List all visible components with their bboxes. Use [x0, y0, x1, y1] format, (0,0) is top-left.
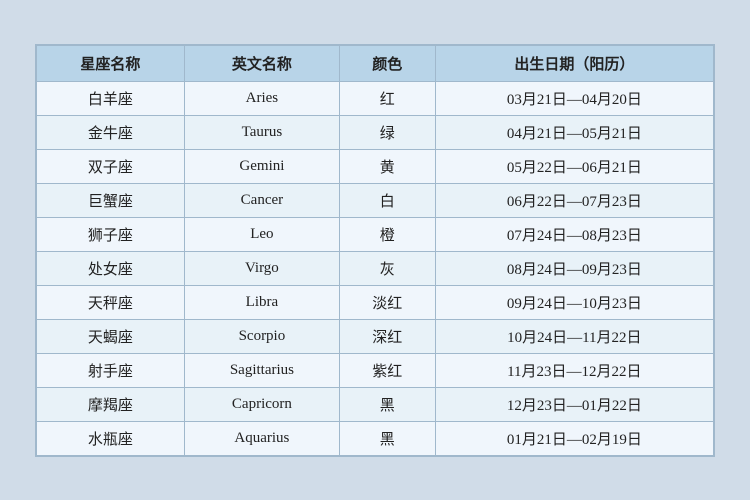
cell-dates: 08月24日—09月23日 [435, 251, 713, 285]
table-row: 狮子座Leo橙07月24日—08月23日 [37, 217, 714, 251]
table-header-row: 星座名称 英文名称 颜色 出生日期（阳历） [37, 45, 714, 81]
cell-chinese: 天秤座 [37, 285, 185, 319]
cell-dates: 05月22日—06月21日 [435, 149, 713, 183]
cell-color: 白 [339, 183, 435, 217]
cell-english: Cancer [184, 183, 339, 217]
cell-color: 淡红 [339, 285, 435, 319]
col-header-chinese: 星座名称 [37, 45, 185, 81]
table-row: 射手座Sagittarius紫红11月23日—12月22日 [37, 353, 714, 387]
cell-color: 橙 [339, 217, 435, 251]
cell-chinese: 白羊座 [37, 81, 185, 115]
table-row: 白羊座Aries红03月21日—04月20日 [37, 81, 714, 115]
zodiac-table: 星座名称 英文名称 颜色 出生日期（阳历） 白羊座Aries红03月21日—04… [36, 45, 714, 456]
cell-english: Gemini [184, 149, 339, 183]
cell-english: Virgo [184, 251, 339, 285]
cell-dates: 01月21日—02月19日 [435, 421, 713, 455]
cell-chinese: 水瓶座 [37, 421, 185, 455]
cell-color: 黄 [339, 149, 435, 183]
cell-dates: 07月24日—08月23日 [435, 217, 713, 251]
table-row: 金牛座Taurus绿04月21日—05月21日 [37, 115, 714, 149]
col-header-english: 英文名称 [184, 45, 339, 81]
cell-chinese: 天蝎座 [37, 319, 185, 353]
cell-chinese: 射手座 [37, 353, 185, 387]
cell-chinese: 巨蟹座 [37, 183, 185, 217]
table-row: 天蝎座Scorpio深红10月24日—11月22日 [37, 319, 714, 353]
cell-chinese: 狮子座 [37, 217, 185, 251]
zodiac-table-container: 星座名称 英文名称 颜色 出生日期（阳历） 白羊座Aries红03月21日—04… [35, 44, 715, 457]
cell-english: Capricorn [184, 387, 339, 421]
cell-color: 黑 [339, 421, 435, 455]
cell-dates: 06月22日—07月23日 [435, 183, 713, 217]
cell-color: 黑 [339, 387, 435, 421]
table-body: 白羊座Aries红03月21日—04月20日金牛座Taurus绿04月21日—0… [37, 81, 714, 455]
cell-chinese: 双子座 [37, 149, 185, 183]
col-header-dates: 出生日期（阳历） [435, 45, 713, 81]
cell-dates: 04月21日—05月21日 [435, 115, 713, 149]
table-row: 巨蟹座Cancer白06月22日—07月23日 [37, 183, 714, 217]
cell-chinese: 处女座 [37, 251, 185, 285]
table-row: 处女座Virgo灰08月24日—09月23日 [37, 251, 714, 285]
cell-color: 深红 [339, 319, 435, 353]
col-header-color: 颜色 [339, 45, 435, 81]
cell-chinese: 金牛座 [37, 115, 185, 149]
cell-dates: 03月21日—04月20日 [435, 81, 713, 115]
cell-english: Aquarius [184, 421, 339, 455]
cell-color: 紫红 [339, 353, 435, 387]
table-row: 水瓶座Aquarius黑01月21日—02月19日 [37, 421, 714, 455]
cell-dates: 11月23日—12月22日 [435, 353, 713, 387]
table-row: 双子座Gemini黄05月22日—06月21日 [37, 149, 714, 183]
cell-english: Leo [184, 217, 339, 251]
cell-english: Scorpio [184, 319, 339, 353]
table-row: 摩羯座Capricorn黑12月23日—01月22日 [37, 387, 714, 421]
cell-english: Sagittarius [184, 353, 339, 387]
cell-chinese: 摩羯座 [37, 387, 185, 421]
cell-dates: 12月23日—01月22日 [435, 387, 713, 421]
cell-color: 绿 [339, 115, 435, 149]
cell-english: Aries [184, 81, 339, 115]
cell-dates: 10月24日—11月22日 [435, 319, 713, 353]
cell-color: 灰 [339, 251, 435, 285]
cell-english: Taurus [184, 115, 339, 149]
cell-color: 红 [339, 81, 435, 115]
table-row: 天秤座Libra淡红09月24日—10月23日 [37, 285, 714, 319]
cell-dates: 09月24日—10月23日 [435, 285, 713, 319]
cell-english: Libra [184, 285, 339, 319]
